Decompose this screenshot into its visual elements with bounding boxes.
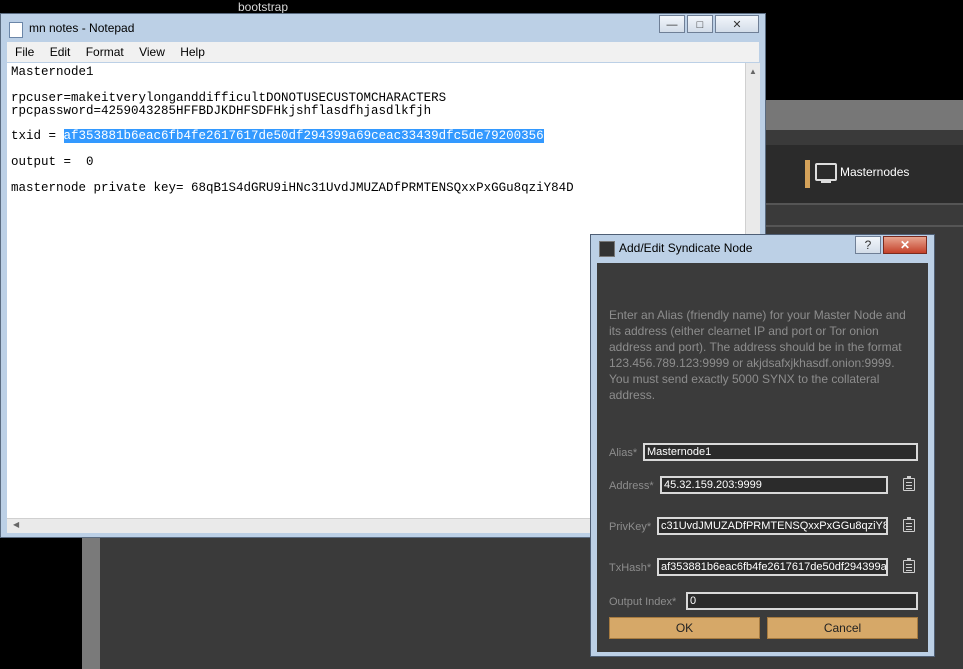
alias-input[interactable]: Masternode1 [643, 443, 918, 461]
text-line: Masternode1 [11, 65, 94, 79]
address-input[interactable]: 45.32.159.203:9999 [660, 476, 888, 494]
scroll-left-icon[interactable]: ◀ [13, 520, 19, 529]
help-button[interactable]: ? [855, 236, 881, 254]
dialog-title: Add/Edit Syndicate Node [619, 241, 753, 255]
dialog-description: Enter an Alias (friendly name) for your … [609, 308, 906, 402]
close-button[interactable]: ✕ [715, 15, 759, 33]
syndicate-node-dialog: Add/Edit Syndicate Node ? ✕ Enter an Ali… [590, 234, 935, 657]
minimize-button[interactable]: — [659, 15, 685, 33]
address-label: Address* [609, 480, 654, 492]
clipboard-icon[interactable] [903, 476, 915, 491]
menu-view[interactable]: View [139, 42, 165, 62]
text-line: rpcpassword=4259043285HFFBDJKDHFSDFHkjsh… [11, 104, 432, 118]
monitor-icon [815, 163, 837, 183]
menu-help[interactable]: Help [180, 42, 205, 62]
app-icon [599, 241, 615, 257]
dialog-close-button[interactable]: ✕ [883, 236, 927, 254]
wallet-divider [765, 225, 963, 227]
notepad-title: mn notes - Notepad [29, 21, 135, 35]
alias-label: Alias* [609, 447, 638, 459]
output-index-label: Output Index* [609, 596, 677, 608]
notepad-menubar: File Edit Format View Help [7, 42, 759, 62]
txhash-input[interactable]: af353881b6eac6fb4fe2617617de50df294399a [657, 558, 888, 576]
wallet-divider [765, 203, 963, 205]
dialog-body: Enter an Alias (friendly name) for your … [597, 263, 928, 652]
window-controls: — □ ✕ [657, 15, 759, 33]
privkey-input[interactable]: c31UvdJMUZADfPRMTENSQxxPxGGu8qziY84D [657, 517, 888, 535]
text-line: rpcuser=makeitverylonganddifficultDONOTU… [11, 91, 447, 105]
dialog-titlebar[interactable]: Add/Edit Syndicate Node ? ✕ [591, 235, 934, 261]
nav-masternodes-label: Masternodes [840, 165, 910, 179]
text-line: masternode private key= 68qB1S4dGRU9iHNc… [11, 181, 574, 195]
notepad-icon [9, 22, 23, 38]
notepad-titlebar[interactable]: mn notes - Notepad — □ ✕ [1, 14, 765, 42]
menu-edit[interactable]: Edit [50, 42, 71, 62]
privkey-label: PrivKey* [609, 521, 652, 533]
clipboard-icon[interactable] [903, 558, 915, 573]
cancel-button[interactable]: Cancel [767, 617, 918, 639]
selected-text: af353881b6eac6fb4fe2617617de50df294399a6… [63, 129, 544, 143]
maximize-button[interactable]: □ [687, 15, 713, 33]
txid-prefix: txid = [11, 129, 64, 143]
nav-active-indicator [805, 160, 810, 188]
background-window-title: bootstrap [238, 0, 289, 14]
output-index-input[interactable]: 0 [686, 592, 918, 610]
menu-format[interactable]: Format [86, 42, 124, 62]
ok-button[interactable]: OK [609, 617, 760, 639]
wallet-nav-masternodes[interactable]: Masternodes [765, 145, 963, 203]
menu-file[interactable]: File [15, 42, 34, 62]
text-line: output = 0 [11, 155, 94, 169]
wallet-header-strip [760, 100, 963, 130]
scroll-up-icon[interactable]: ▲ [749, 67, 757, 76]
clipboard-icon[interactable] [903, 517, 915, 532]
txhash-label: TxHash* [609, 562, 652, 574]
text-line-txid: txid = af353881b6eac6fb4fe2617617de50df2… [11, 129, 544, 143]
